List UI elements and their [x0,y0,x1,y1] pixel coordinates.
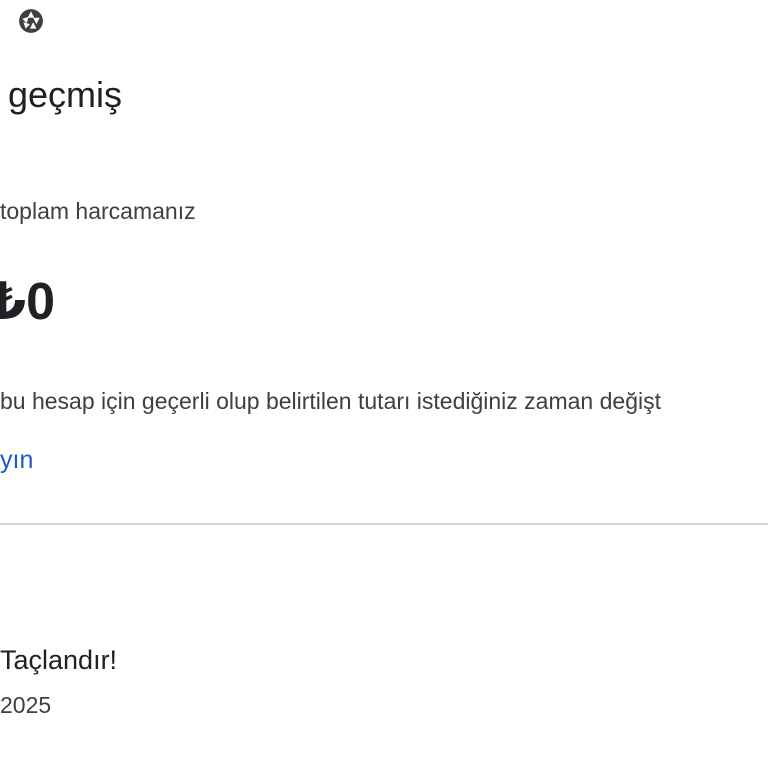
spending-info-text: bu hesap için geçerli olup belirtilen tu… [0,388,661,414]
aperture-icon [19,9,43,33]
set-budget-link[interactable]: yın [0,446,33,475]
purchase-history-page: geçmiş toplam harcamanız ₺0 bu hesap içi… [0,0,768,768]
purchase-title: Taçlandır! [0,645,118,675]
page-title: geçmiş [8,74,123,115]
total-spend-label: toplam harcamanız [0,198,196,224]
section-divider [0,523,768,525]
total-spend-amount: ₺0 [0,273,56,331]
purchase-date: 2025 [0,692,52,718]
